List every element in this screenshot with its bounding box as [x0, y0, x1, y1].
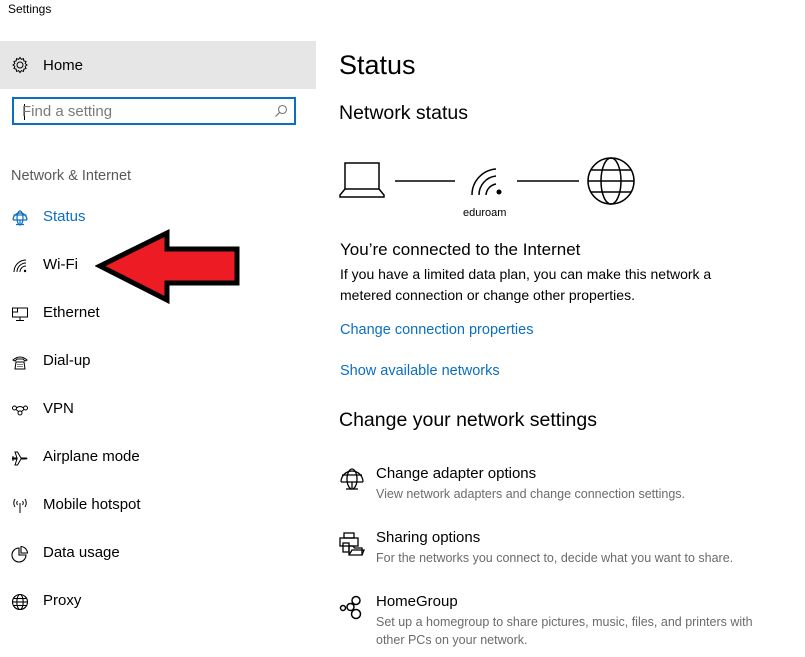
network-status-heading: Network status	[339, 102, 468, 124]
sidebar-item-label: Mobile hotspot	[43, 496, 141, 513]
ethernet-icon	[12, 307, 28, 321]
sidebar-item-label: Dial-up	[43, 352, 91, 369]
red-arrow-annotation	[95, 228, 240, 304]
connection-status-title: You’re connected to the Internet	[340, 240, 581, 259]
pie-chart-icon	[11, 545, 29, 563]
sidebar-item-label: Wi-Fi	[43, 256, 78, 273]
setting-title: HomeGroup	[376, 593, 458, 610]
setting-description: Set up a homegroup to share pictures, mu…	[376, 615, 753, 647]
change-adapter-options[interactable]: Change adapter options View network adap…	[339, 465, 779, 505]
sidebar-item-data-usage[interactable]: Data usage	[0, 534, 316, 574]
sharing-options[interactable]: Sharing options For the networks you con…	[339, 529, 779, 569]
wifi-network-icon	[471, 168, 497, 196]
sidebar-item-label: Ethernet	[43, 304, 100, 321]
sidebar-home-label: Home	[43, 57, 84, 74]
airplane-icon	[12, 451, 28, 466]
gear-icon	[12, 56, 28, 74]
adapter-icon	[340, 468, 364, 490]
sidebar-item-vpn[interactable]: VPN	[0, 390, 316, 430]
sharing-icon	[339, 532, 365, 556]
setting-description: View network adapters and change connect…	[376, 487, 685, 501]
sidebar-home[interactable]: Home	[0, 41, 316, 89]
page-title: Status	[339, 50, 416, 80]
connection-description-line2: metered connection or change other prope…	[340, 287, 635, 303]
section-label: Network & Internet	[11, 168, 132, 184]
vpn-icon	[12, 405, 28, 416]
wifi-icon	[13, 259, 27, 273]
change-connection-properties-link[interactable]: Change connection properties	[340, 322, 533, 338]
sidebar-item-proxy[interactable]: Proxy	[0, 582, 316, 622]
sidebar-item-label: Data usage	[43, 544, 120, 561]
search-box[interactable]	[12, 97, 296, 125]
window-title: Settings	[8, 2, 52, 16]
sidebar-item-label: VPN	[43, 400, 74, 417]
search-input[interactable]	[22, 101, 272, 121]
globe-icon	[11, 593, 29, 611]
sidebar-item-dialup[interactable]: Dial-up	[0, 342, 316, 382]
network-ssid: eduroam	[463, 207, 507, 219]
homegroup[interactable]: HomeGroup Set up a homegroup to share pi…	[339, 593, 779, 649]
change-settings-heading: Change your network settings	[339, 409, 597, 431]
homegroup-icon	[339, 595, 362, 620]
sidebar-item-label: Status	[43, 208, 86, 225]
phone-icon	[12, 356, 28, 370]
hotspot-icon	[13, 498, 27, 513]
sidebar-item-label: Airplane mode	[43, 448, 140, 465]
laptop-icon	[339, 162, 385, 198]
setting-description: For the networks you connect to, decide …	[376, 551, 734, 565]
sidebar-item-hotspot[interactable]: Mobile hotspot	[0, 486, 316, 526]
search-icon[interactable]	[274, 104, 288, 118]
setting-title: Sharing options	[376, 529, 481, 546]
connection-description-line1: If you have a limited data plan, you can…	[340, 266, 712, 282]
setting-title: Change adapter options	[376, 465, 537, 482]
status-globe-icon	[12, 210, 28, 226]
internet-globe-icon	[587, 157, 635, 205]
show-available-networks-link[interactable]: Show available networks	[340, 363, 500, 379]
sidebar-item-airplane[interactable]: Airplane mode	[0, 438, 316, 478]
sidebar-item-label: Proxy	[43, 592, 82, 609]
